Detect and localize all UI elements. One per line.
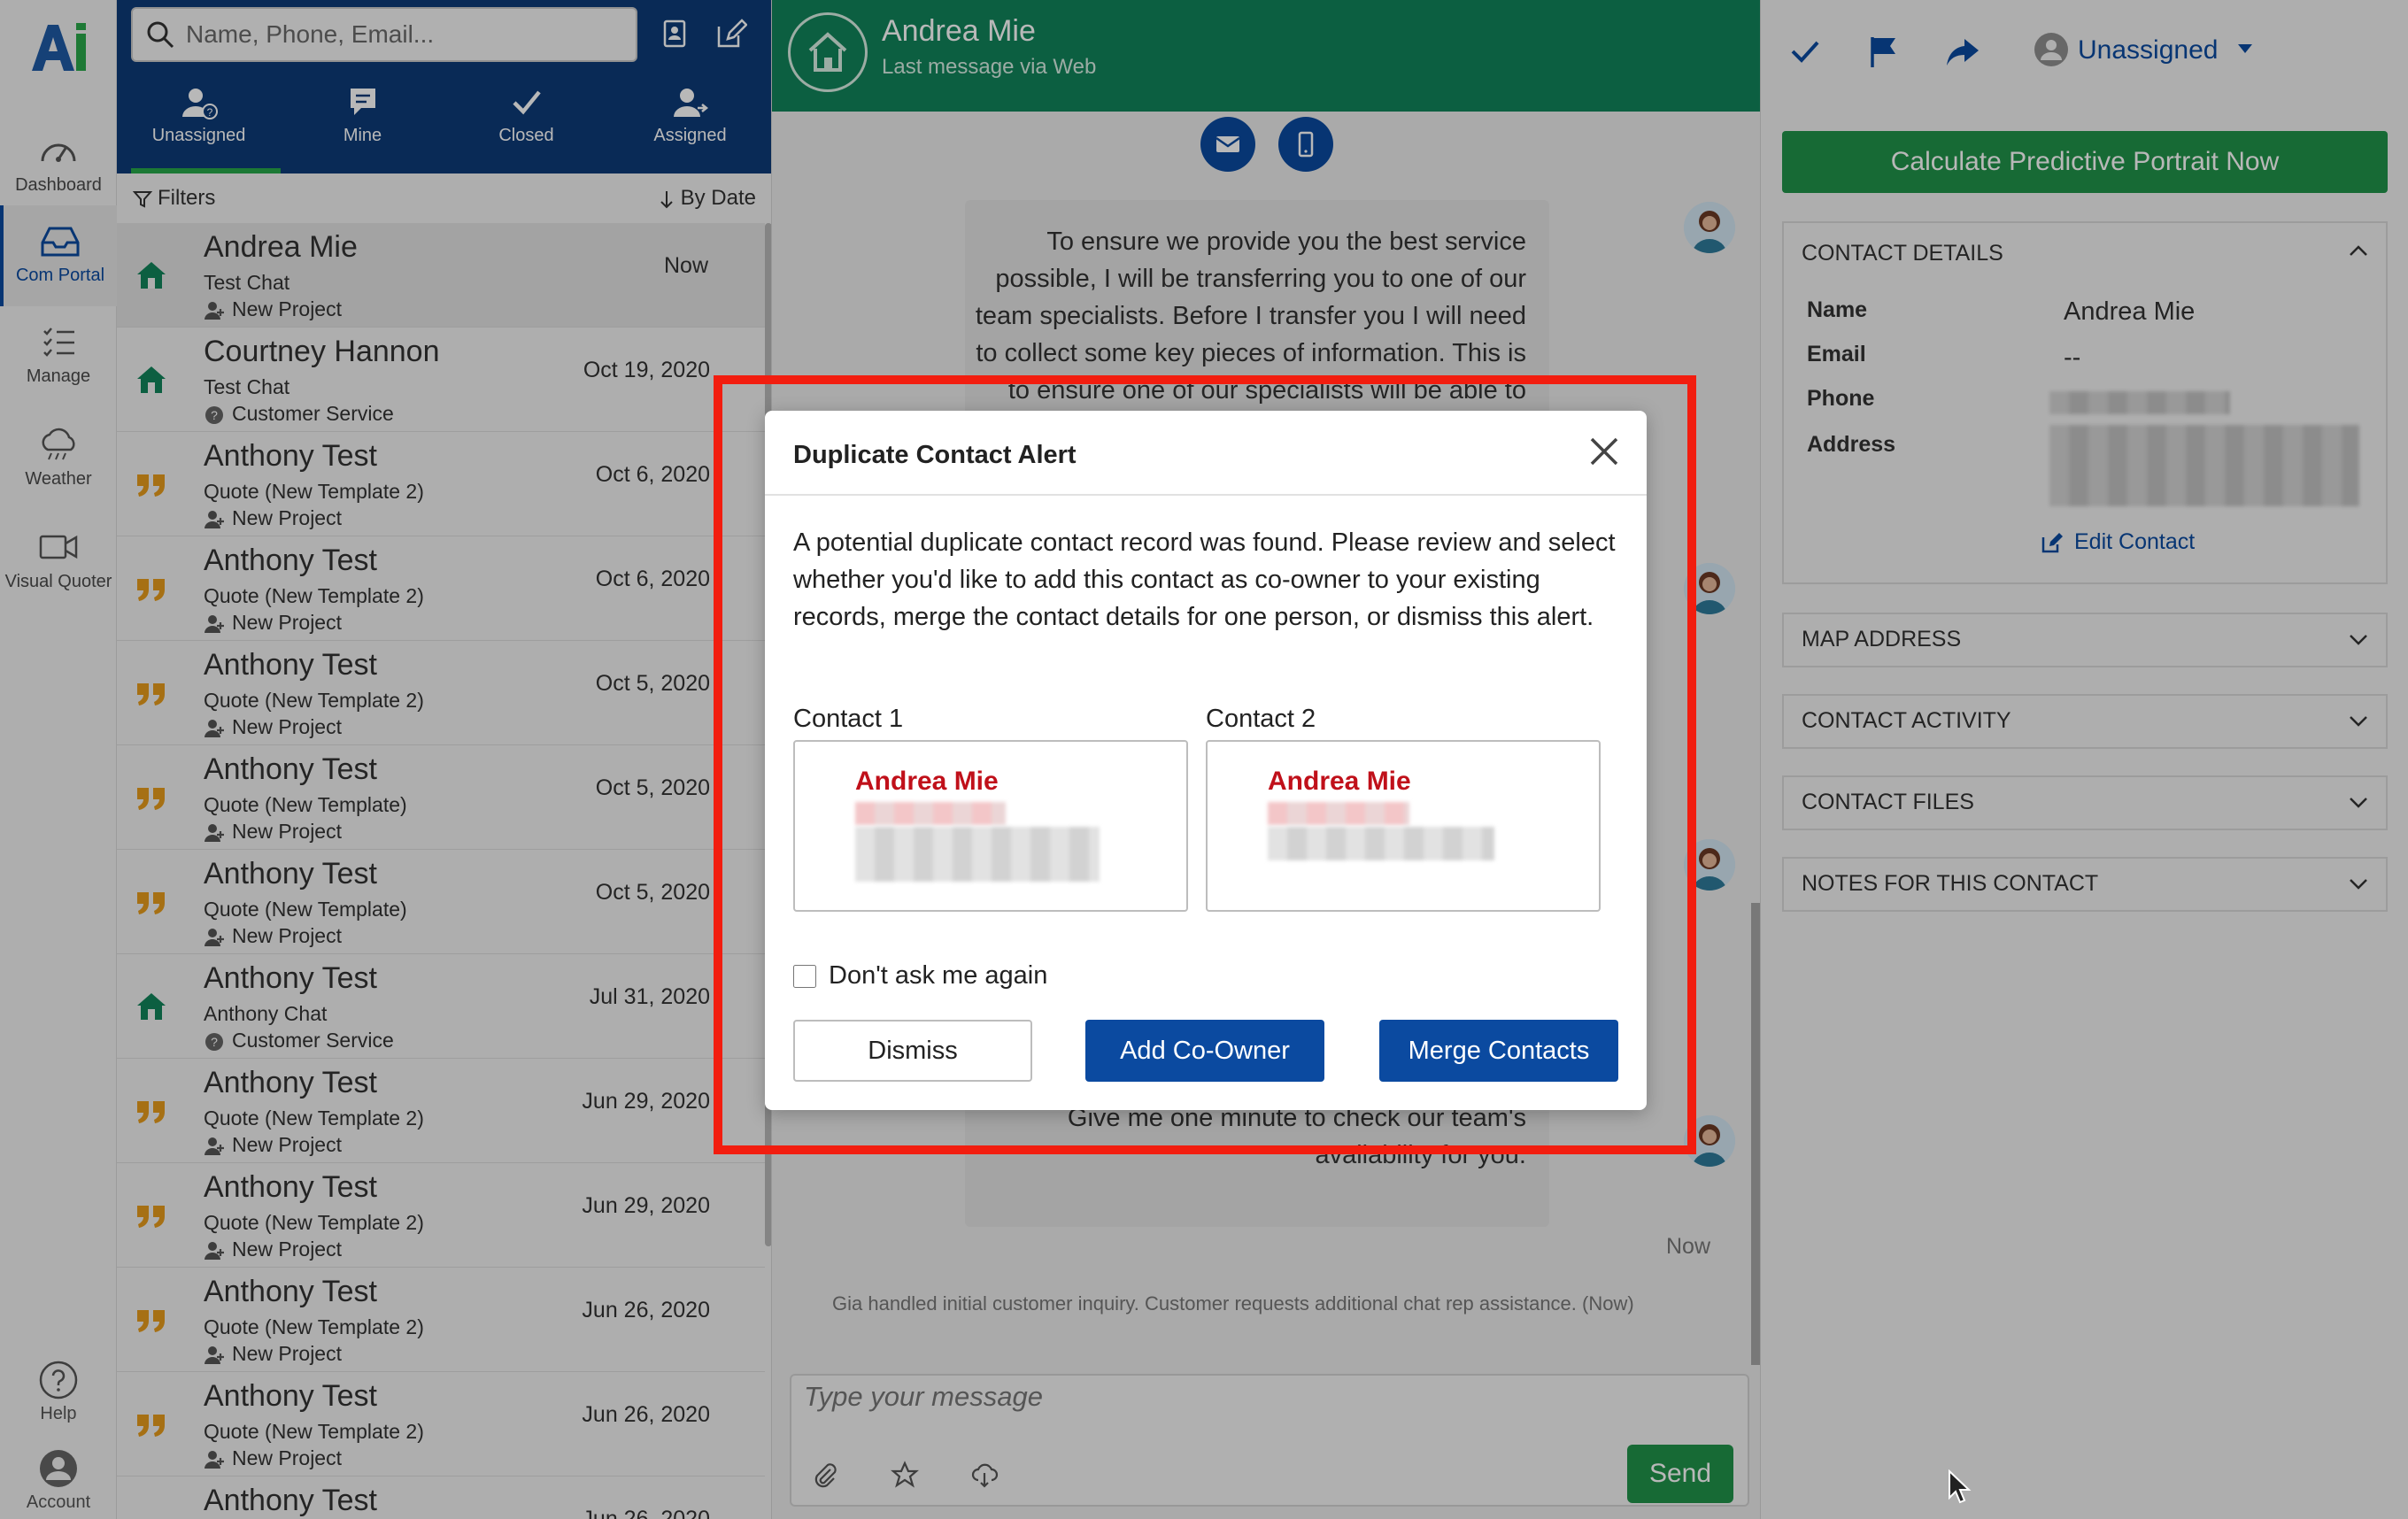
modal-message: A potential duplicate contact record was…: [793, 528, 1616, 631]
duplicate-contact-modal: Duplicate Contact Alert A potential dupl…: [765, 411, 1647, 1110]
mouse-cursor-icon: [1949, 1469, 1972, 1504]
modal-title: Duplicate Contact Alert: [793, 441, 1077, 469]
contact1-label: Contact 1: [793, 705, 904, 733]
contact1-detail-redacted: [855, 802, 1006, 825]
close-icon[interactable]: [1586, 434, 1622, 469]
dismiss-button[interactable]: Dismiss: [793, 1020, 1032, 1082]
contact2-card[interactable]: Andrea Mie: [1206, 740, 1601, 912]
modal-header: Duplicate Contact Alert: [765, 411, 1647, 496]
contact2-detail-redacted: [1268, 827, 1494, 860]
dont-ask-checkbox[interactable]: [793, 965, 816, 989]
contact1-name: Andrea Mie: [855, 767, 999, 796]
contact2-detail-redacted: [1268, 802, 1409, 825]
add-coowner-button[interactable]: Add Co-Owner: [1085, 1020, 1324, 1082]
contact1-card[interactable]: Andrea Mie: [793, 740, 1188, 912]
contact2-label: Contact 2: [1206, 705, 1316, 733]
contact1-detail-redacted: [855, 827, 1100, 882]
dont-ask-again[interactable]: Don't ask me again: [793, 961, 1047, 991]
contact2-name: Andrea Mie: [1268, 767, 1411, 796]
merge-contacts-button[interactable]: Merge Contacts: [1379, 1020, 1618, 1082]
dont-ask-label: Don't ask me again: [829, 961, 1048, 990]
